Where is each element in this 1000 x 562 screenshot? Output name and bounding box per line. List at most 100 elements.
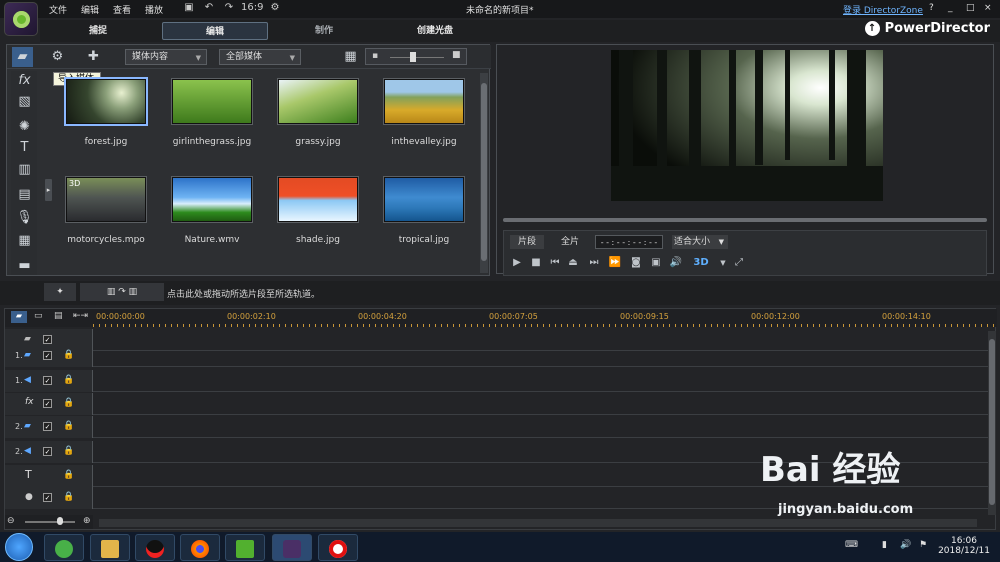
mark-icon[interactable]: ⏏ <box>566 256 580 270</box>
timeline-view-icon[interactable]: ▰ <box>11 311 27 323</box>
prev-frame-icon[interactable]: ⏮ <box>548 256 562 270</box>
voice-record-icon[interactable]: 🎙 <box>14 208 35 228</box>
stop-icon[interactable]: ■ <box>529 256 543 270</box>
fit-size-dropdown[interactable]: 适合大小 ▼ <box>672 235 728 249</box>
snapshot-camera-icon[interactable]: ◙ <box>629 256 643 270</box>
title-room-icon[interactable]: T <box>14 138 35 158</box>
transition-room-icon[interactable]: ▥ <box>14 160 35 180</box>
timeline-hscrollbar[interactable] <box>99 519 977 527</box>
thumb-shade[interactable] <box>278 177 358 222</box>
taskbar-video-app[interactable] <box>225 534 265 561</box>
keyboard-icon[interactable]: ⌨ <box>845 540 858 550</box>
redo-icon[interactable]: ↷ <box>223 2 235 14</box>
thumb-nature[interactable] <box>172 177 252 222</box>
maximize-button[interactable]: □ <box>966 3 975 13</box>
slider-handle[interactable] <box>410 52 416 62</box>
track-row-effects[interactable]: fx ✓ 🔒 <box>5 393 988 415</box>
library-scrollbar[interactable] <box>480 73 488 273</box>
track-manager-icon[interactable]: ▤ <box>54 311 63 321</box>
volume-tray-icon[interactable]: 🔊 <box>900 540 911 550</box>
fit-timeline-icon[interactable]: ⇤⇥ <box>73 311 88 321</box>
menu-view[interactable]: 查看 <box>113 3 131 16</box>
taskbar-browser-app[interactable] <box>44 534 84 561</box>
collapse-handle[interactable]: ▸ <box>45 179 52 201</box>
storyboard-switch-icon[interactable]: ▥ ↷ ▥ <box>80 283 164 301</box>
track-row-video-2[interactable]: 2. ▰ ✓ 🔒 <box>5 416 988 438</box>
pip-room-icon[interactable]: ▧ <box>14 92 35 112</box>
aspect-ratio-icon[interactable]: 16:9 <box>241 2 263 14</box>
track-enable-checkbox[interactable]: ✓ <box>43 376 52 385</box>
system-clock[interactable]: 16:06 2018/12/11 <box>936 536 992 556</box>
timecode-display[interactable]: - - : - - : - - : - - <box>595 235 663 249</box>
track-enable-checkbox[interactable]: ✓ <box>43 351 52 360</box>
lock-icon[interactable]: 🔒 <box>63 492 74 502</box>
zoom-slider-handle[interactable] <box>57 517 63 525</box>
tab-create-disc[interactable]: 创建光盘 <box>380 22 490 40</box>
magic-tools-icon[interactable]: ✦ <box>44 283 76 301</box>
timeline-vscroll-thumb[interactable] <box>989 339 995 505</box>
lock-icon[interactable]: 🔒 <box>63 470 74 480</box>
storyboard-view-icon[interactable]: ▭ <box>34 311 43 321</box>
subtitle-room-icon[interactable]: ▬ <box>14 256 35 276</box>
thumb-tropical[interactable] <box>384 177 464 222</box>
thumb-forest[interactable] <box>66 79 146 124</box>
menu-edit[interactable]: 编辑 <box>81 3 99 16</box>
menu-file[interactable]: 文件 <box>49 3 67 16</box>
tab-produce[interactable]: 制作 <box>268 22 380 40</box>
lock-icon[interactable]: 🔒 <box>63 421 74 431</box>
taskbar-explorer-app[interactable] <box>90 534 130 561</box>
zoom-in-icon[interactable]: ⊕ <box>83 516 91 526</box>
save-icon[interactable]: ▣ <box>183 2 195 14</box>
track-enable-checkbox[interactable]: ✓ <box>43 447 52 456</box>
library-scroll-thumb[interactable] <box>481 83 487 261</box>
volume-icon[interactable]: 🔊 <box>669 256 683 270</box>
content-dropdown[interactable]: 媒体内容 <box>125 49 207 65</box>
thumb-inthevalley[interactable] <box>384 79 464 124</box>
tab-edit[interactable]: 编辑 <box>162 22 268 40</box>
chapter-room-icon[interactable]: ▦ <box>14 231 35 251</box>
tab-capture[interactable]: 捕捉 <box>40 22 156 40</box>
thumb-motorcycles[interactable]: 3D <box>66 177 146 222</box>
zoom-out-icon[interactable]: ⊖ <box>7 516 15 526</box>
track-enable-checkbox[interactable]: ✓ <box>43 422 52 431</box>
close-button[interactable]: × <box>984 3 992 13</box>
particle-room-icon[interactable]: ✺ <box>14 117 35 137</box>
track-enable-checkbox[interactable]: ✓ <box>43 399 52 408</box>
fx-room-icon[interactable]: fx <box>14 71 35 91</box>
3d-toggle-icon[interactable]: 3D <box>690 256 712 270</box>
fast-forward-icon[interactable]: ⏩ <box>608 256 622 270</box>
audio-mixing-icon[interactable]: ▤ <box>14 185 35 205</box>
taskbar-qq-app[interactable] <box>135 534 175 561</box>
play-icon[interactable]: ▶ <box>510 256 524 270</box>
filter-dropdown[interactable]: 全部媒体 <box>219 49 301 65</box>
track-row-video-1[interactable]: 1. ▰ ✓ 🔒 <box>5 345 988 367</box>
menu-play[interactable]: 播放 <box>145 3 163 16</box>
network-icon[interactable]: ▮ <box>882 540 887 550</box>
media-room-icon[interactable]: ▰ <box>12 47 33 67</box>
thumb-girlinthegrass[interactable] <box>172 79 252 124</box>
lock-icon[interactable]: 🔒 <box>63 446 74 456</box>
undo-icon[interactable]: ↶ <box>203 2 215 14</box>
settings-gear-icon[interactable]: ⚙ <box>269 2 281 14</box>
lock-icon[interactable]: 🔒 <box>63 350 74 360</box>
flag-icon[interactable]: ⚑ <box>919 540 927 550</box>
track-enable-checkbox[interactable]: ✓ <box>43 335 52 344</box>
lock-icon[interactable]: 🔒 <box>63 398 74 408</box>
taskbar-powerdirector-app[interactable] <box>272 534 312 561</box>
dual-preview-icon[interactable]: ▣ <box>649 256 663 270</box>
taskbar-recorder-app[interactable] <box>318 534 358 561</box>
thumb-grassy[interactable] <box>278 79 358 124</box>
thumbnail-size-slider[interactable]: ▪ ■ <box>365 48 467 65</box>
view-grid-icon[interactable]: ▦ <box>340 47 361 67</box>
lock-icon[interactable]: 🔒 <box>63 375 74 385</box>
time-ruler[interactable]: 00:00:00:00 00:00:02:10 00:00:04:20 00:0… <box>93 309 997 327</box>
preview-seekbar[interactable] <box>503 218 987 222</box>
start-button[interactable] <box>5 533 33 561</box>
movie-mode-tab[interactable]: 全片 <box>553 235 587 249</box>
upgrade-arrow-icon[interactable]: ↑ <box>864 21 880 36</box>
plugin-icon[interactable]: ✚ <box>83 47 104 67</box>
taskbar-firefox-app[interactable] <box>180 534 220 561</box>
clip-mode-tab[interactable]: 片段 <box>510 235 544 249</box>
minimize-button[interactable]: _ <box>948 3 953 13</box>
3d-dropdown-chevron-icon[interactable]: ▼ <box>716 256 730 270</box>
